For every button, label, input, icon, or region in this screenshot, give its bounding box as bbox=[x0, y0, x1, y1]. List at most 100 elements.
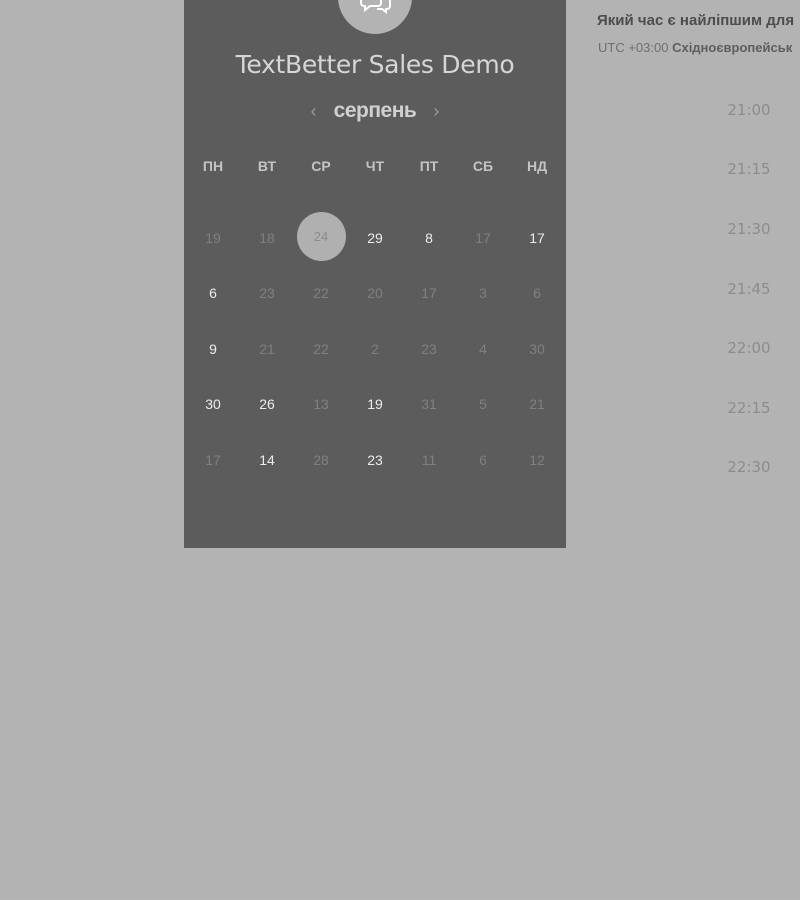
day-number: 30 bbox=[205, 396, 221, 413]
company-logo bbox=[338, 0, 412, 34]
day-number: 8 bbox=[425, 229, 433, 246]
weekday-header: ПН ВТ СР ЧТ ПТ СБ НД bbox=[186, 158, 564, 174]
calendar-day: 17 bbox=[456, 210, 510, 266]
calendar-day: 19 bbox=[186, 210, 240, 266]
time-slot[interactable]: 21:15 bbox=[700, 140, 800, 200]
calendar-day[interactable]: 17 bbox=[510, 210, 564, 266]
day-number: 11 bbox=[421, 451, 437, 468]
calendar-day: 20 bbox=[348, 266, 402, 322]
calendar-day: 22 bbox=[294, 266, 348, 322]
timezone-name: Східноєвропейськ bbox=[672, 40, 793, 55]
day-number: 24 bbox=[296, 211, 346, 261]
timezone-offset: UTC +03:00 bbox=[598, 40, 669, 55]
time-slot[interactable]: 22:15 bbox=[700, 378, 800, 438]
day-number: 3 bbox=[479, 285, 487, 302]
event-title: TextBetter Sales Demo bbox=[235, 50, 515, 79]
calendar-day: 5 bbox=[456, 377, 510, 433]
calendar-day: 3 bbox=[456, 266, 510, 322]
time-picker-heading: Який час є найліпшим для bbox=[597, 12, 795, 29]
day-number: 4 bbox=[479, 340, 487, 357]
weekday-label: СР bbox=[311, 158, 331, 174]
calendar-day[interactable]: 8 bbox=[402, 210, 456, 266]
day-number: 23 bbox=[259, 285, 275, 302]
chevron-right-icon[interactable]: › bbox=[430, 101, 442, 122]
calendar-day[interactable]: 19 bbox=[348, 377, 402, 433]
calendar-day: 2 bbox=[348, 321, 402, 377]
calendar-day: 11 bbox=[402, 432, 456, 488]
day-number: 21 bbox=[259, 340, 275, 357]
day-number: 2 bbox=[371, 340, 379, 357]
calendar-day: 22 bbox=[294, 321, 348, 377]
month-navigation: ‹ серпень › bbox=[184, 96, 566, 126]
weekday-label: СБ bbox=[472, 158, 494, 174]
day-number: 22 bbox=[313, 340, 329, 357]
day-number: 20 bbox=[367, 285, 383, 302]
day-number: 9 bbox=[209, 340, 217, 357]
day-number: 17 bbox=[421, 285, 437, 302]
day-number: 22 bbox=[313, 285, 329, 302]
day-number: 23 bbox=[421, 340, 437, 357]
day-number: 23 bbox=[367, 451, 383, 468]
day-number: 19 bbox=[205, 229, 221, 246]
day-number: 19 bbox=[367, 396, 383, 413]
weekday-label: ЧТ bbox=[365, 158, 385, 174]
calendar-day: 12 bbox=[510, 432, 564, 488]
calendar-day: 23 bbox=[402, 321, 456, 377]
month-label: серпень bbox=[333, 99, 417, 122]
chat-bubbles-icon bbox=[360, 0, 391, 14]
calendar-day[interactable]: 26 bbox=[240, 377, 294, 433]
calendar-day: 6 bbox=[510, 266, 564, 322]
calendar-day[interactable]: 23 bbox=[348, 432, 402, 488]
time-slot[interactable]: 21:30 bbox=[700, 199, 800, 259]
weekday-label: ВТ bbox=[257, 158, 277, 174]
day-number: 14 bbox=[259, 451, 275, 468]
calendar-day[interactable]: 14 bbox=[240, 432, 294, 488]
day-number: 29 bbox=[367, 229, 383, 246]
calendar-day: 31 bbox=[402, 377, 456, 433]
day-number: 12 bbox=[529, 451, 545, 468]
calendar-day-grid: 19 18 24 29 8 17 17 6 23 22 20 17 3 6 9 21 22 2 23 4 30 30 26 1… bbox=[186, 210, 564, 488]
selected-day[interactable]: 24 bbox=[294, 210, 348, 266]
calendar-panel: TextBetter Sales Demo ‹ серпень › ПН ВТ … bbox=[184, 0, 566, 548]
calendar-day: 28 bbox=[294, 432, 348, 488]
time-slot[interactable]: 21:45 bbox=[700, 259, 800, 319]
time-slot-list: 21:00 21:15 21:30 21:45 22:00 22:15 22:30 bbox=[700, 80, 800, 497]
day-number: 5 bbox=[479, 396, 487, 413]
weekday-label: ПТ bbox=[419, 158, 439, 174]
calendar-day: 17 bbox=[402, 266, 456, 322]
weekday-label: ПН bbox=[202, 158, 224, 174]
day-number: 6 bbox=[209, 285, 217, 302]
calendar-day[interactable]: 30 bbox=[186, 377, 240, 433]
day-number: 13 bbox=[313, 396, 329, 413]
day-number: 17 bbox=[205, 451, 221, 468]
timezone-selector[interactable]: UTC +03:00 Східноєвропейськ bbox=[598, 40, 792, 55]
calendar-day[interactable]: 9 bbox=[186, 321, 240, 377]
calendar-day: 13 bbox=[294, 377, 348, 433]
time-slot[interactable]: 22:30 bbox=[700, 438, 800, 498]
calendar-day[interactable]: 29 bbox=[348, 210, 402, 266]
day-number: 26 bbox=[259, 396, 275, 413]
day-number: 21 bbox=[529, 396, 545, 413]
day-number: 28 bbox=[313, 451, 329, 468]
day-number: 31 bbox=[421, 396, 437, 413]
day-number: 6 bbox=[479, 451, 487, 468]
day-number: 17 bbox=[475, 229, 491, 246]
calendar-day: 21 bbox=[510, 377, 564, 433]
calendar-day: 17 bbox=[186, 432, 240, 488]
calendar-day: 4 bbox=[456, 321, 510, 377]
calendar-day[interactable]: 6 bbox=[186, 266, 240, 322]
calendar-day: 6 bbox=[456, 432, 510, 488]
weekday-label: НД bbox=[526, 158, 548, 174]
day-number: 17 bbox=[529, 229, 545, 246]
booking-page: TextBetter Sales Demo ‹ серпень › ПН ВТ … bbox=[0, 0, 800, 900]
chevron-left-icon[interactable]: ‹ bbox=[308, 101, 320, 122]
calendar-day: 18 bbox=[240, 210, 294, 266]
day-number: 18 bbox=[259, 229, 275, 246]
calendar-day: 23 bbox=[240, 266, 294, 322]
day-number: 6 bbox=[533, 285, 541, 302]
day-number: 30 bbox=[529, 340, 545, 357]
calendar-day: 30 bbox=[510, 321, 564, 377]
calendar-day: 21 bbox=[240, 321, 294, 377]
time-slot[interactable]: 21:00 bbox=[700, 80, 800, 140]
time-slot[interactable]: 22:00 bbox=[700, 318, 800, 378]
